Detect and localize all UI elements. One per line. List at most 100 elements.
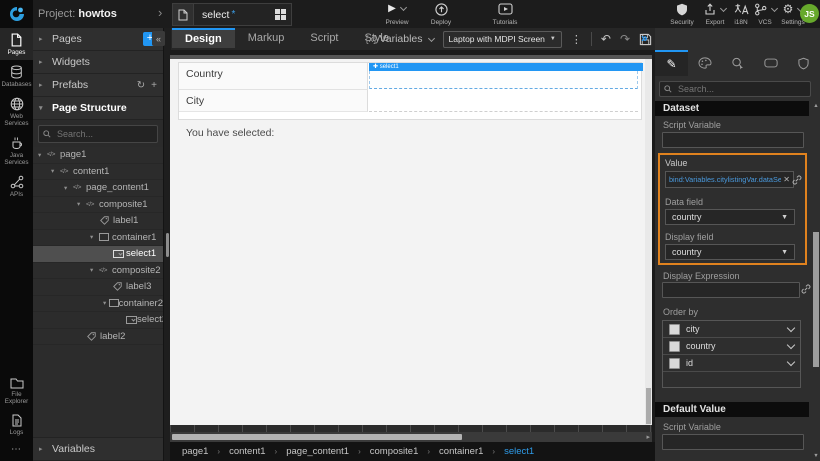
breadcrumb-content1[interactable]: content1 <box>229 446 265 457</box>
globe-icon <box>10 97 23 111</box>
collapse-left-panel-button[interactable]: « <box>152 31 165 46</box>
wavemaker-studio: Project: howtos › select * ▶ Preview Dep… <box>0 0 820 461</box>
default-script-variable-input[interactable] <box>662 434 804 450</box>
select1-widget[interactable] <box>369 71 638 89</box>
checkbox-unchecked[interactable] <box>669 340 680 352</box>
selected-widget-tag[interactable]: ✚ select1 <box>369 63 643 71</box>
tree-node-container2[interactable]: ▾ container2 <box>33 296 163 312</box>
section-prefabs[interactable]: ▸ Prefabs ↻ + <box>33 74 163 97</box>
wavemaker-logo[interactable] <box>0 0 33 28</box>
breadcrumb-page-content1[interactable]: page_content1 <box>286 446 349 457</box>
order-by-option-city[interactable]: city <box>663 321 800 338</box>
undo-icon[interactable]: ↶ <box>601 32 611 46</box>
canvas-vertical-scrollbar[interactable] <box>645 59 652 425</box>
checkbox-unchecked[interactable] <box>669 357 680 369</box>
rail-item-web-services[interactable]: Web Services <box>0 92 33 131</box>
tab-design[interactable]: Design <box>172 28 235 48</box>
refresh-icon[interactable]: ↻ <box>137 80 145 91</box>
redo-icon[interactable]: ↷ <box>620 32 630 46</box>
tab-properties[interactable]: ✎ <box>655 50 688 76</box>
user-avatar[interactable]: JS <box>800 4 819 23</box>
scroll-down-arrow-icon: ▼ <box>813 453 819 459</box>
canvas-horizontal-scrollbar[interactable]: ▸ <box>170 432 652 442</box>
default-script-variable-label: Script Variable <box>663 422 721 432</box>
device-selector[interactable]: Laptop with MDPI Screen ▼ <box>442 30 562 48</box>
rail-more-icon[interactable]: ⋯ <box>11 440 22 461</box>
properties-panel: ✎ Dataset Script Variable Value bind: <box>655 28 820 461</box>
tab-markup[interactable]: Markup <box>235 28 298 48</box>
order-by-option-country[interactable]: country <box>663 338 800 355</box>
rail-item-file-explorer[interactable]: File Explorer <box>0 372 33 409</box>
tab-styles[interactable] <box>688 50 721 76</box>
tutorials-button[interactable]: Tutorials <box>484 3 526 26</box>
script-variable-input[interactable] <box>662 132 804 148</box>
section-variables[interactable]: ▸ Variables <box>33 437 163 461</box>
value-binding-input[interactable]: bind:Variables.citylistingVar.dataSet ✕ <box>665 171 794 188</box>
tab-script[interactable]: Script <box>297 28 351 48</box>
section-widgets[interactable]: ▸ Widgets <box>33 51 163 74</box>
order-by-list: city country id <box>662 320 801 388</box>
structure-search[interactable] <box>38 125 158 143</box>
form-label-country[interactable]: Country <box>179 63 368 90</box>
deploy-button[interactable]: Deploy <box>424 3 458 26</box>
checkbox-unchecked[interactable] <box>669 323 680 335</box>
tree-node-composite1[interactable]: ▾ </> composite1 <box>33 197 163 213</box>
open-page-tab[interactable]: select * <box>172 3 292 26</box>
tab-devices[interactable] <box>754 50 787 76</box>
properties-search[interactable] <box>659 81 811 97</box>
page-canvas[interactable]: Country City ✚ select1 You have selected… <box>170 59 652 425</box>
breadcrumb-container1[interactable]: container1 <box>439 446 483 457</box>
rail-item-java-services[interactable]: Java Services <box>0 131 33 170</box>
order-by-option-id[interactable]: id <box>663 355 800 372</box>
wavemaker-logo-icon <box>9 7 24 21</box>
breadcrumb-select1[interactable]: select1 <box>504 446 534 457</box>
tree-node-label2[interactable]: label2 <box>33 329 163 345</box>
security-shield-icon <box>677 3 687 16</box>
tree-node-select2[interactable]: select2 <box>33 312 163 329</box>
display-expression-input[interactable] <box>662 282 800 298</box>
bind-link-icon[interactable] <box>792 175 802 185</box>
bind-link-icon[interactable] <box>801 284 811 294</box>
variables-dropdown[interactable]: {x} Variables <box>365 33 435 45</box>
properties-search-input[interactable] <box>676 83 806 95</box>
tree-node-container1[interactable]: ▾ container1 <box>33 230 163 246</box>
rail-item-databases[interactable]: Databases <box>0 60 33 92</box>
more-options-icon[interactable]: ⋮ <box>571 33 582 46</box>
expand-canvas-button[interactable]: » <box>641 31 648 45</box>
dataset-section-header: Dataset <box>655 101 809 116</box>
tree-node-page-content1[interactable]: ▾ </> page_content1 <box>33 180 163 197</box>
select2-widget[interactable] <box>369 90 638 112</box>
expanded-arrow-icon: ▾ <box>39 105 43 112</box>
tree-node-content1[interactable]: ▾ </> content1 <box>33 164 163 180</box>
add-prefab-icon[interactable]: + <box>151 80 157 91</box>
security-button[interactable]: Security <box>664 3 700 26</box>
rail-item-pages[interactable]: Pages <box>0 28 33 60</box>
unsaved-marker: * <box>231 9 236 20</box>
data-field-select[interactable]: country ▼ <box>665 209 795 225</box>
tree-node-page1[interactable]: ▾ </> page1 <box>33 147 163 164</box>
tree-node-composite2[interactable]: ▾ </> composite2 <box>33 263 163 279</box>
tree-node-select1[interactable]: select1 <box>33 246 163 263</box>
structure-search-input[interactable] <box>55 128 153 140</box>
properties-scrollbar[interactable]: ▲ ▼ <box>812 101 820 461</box>
clear-binding-icon[interactable]: ✕ <box>783 175 790 184</box>
tree-node-label1[interactable]: label1 <box>33 213 163 230</box>
section-page-structure[interactable]: ▾ Page Structure <box>33 97 163 120</box>
scrollbar-thumb <box>813 232 819 367</box>
tag-icon <box>113 282 122 292</box>
tree-node-label3[interactable]: label3 <box>33 279 163 296</box>
grid-view-icon[interactable] <box>275 9 286 20</box>
rail-item-apis[interactable]: APIs <box>0 170 33 202</box>
form-label-city[interactable]: City <box>179 90 368 112</box>
preview-button[interactable]: ▶ Preview <box>378 3 416 26</box>
tab-events[interactable] <box>721 50 754 76</box>
tab-security[interactable] <box>787 50 820 76</box>
logs-icon <box>12 414 21 427</box>
rail-item-logs[interactable]: Logs <box>0 409 33 440</box>
canvas-area: Country City ✚ select1 You have selected… <box>170 50 655 461</box>
display-field-select[interactable]: country ▼ <box>665 244 795 260</box>
section-pages[interactable]: ▸ Pages + <box>33 28 163 51</box>
breadcrumb-composite1[interactable]: composite1 <box>370 446 419 457</box>
collapsed-arrow-icon: ▸ <box>39 59 43 66</box>
breadcrumb-page1[interactable]: page1 <box>182 446 208 457</box>
